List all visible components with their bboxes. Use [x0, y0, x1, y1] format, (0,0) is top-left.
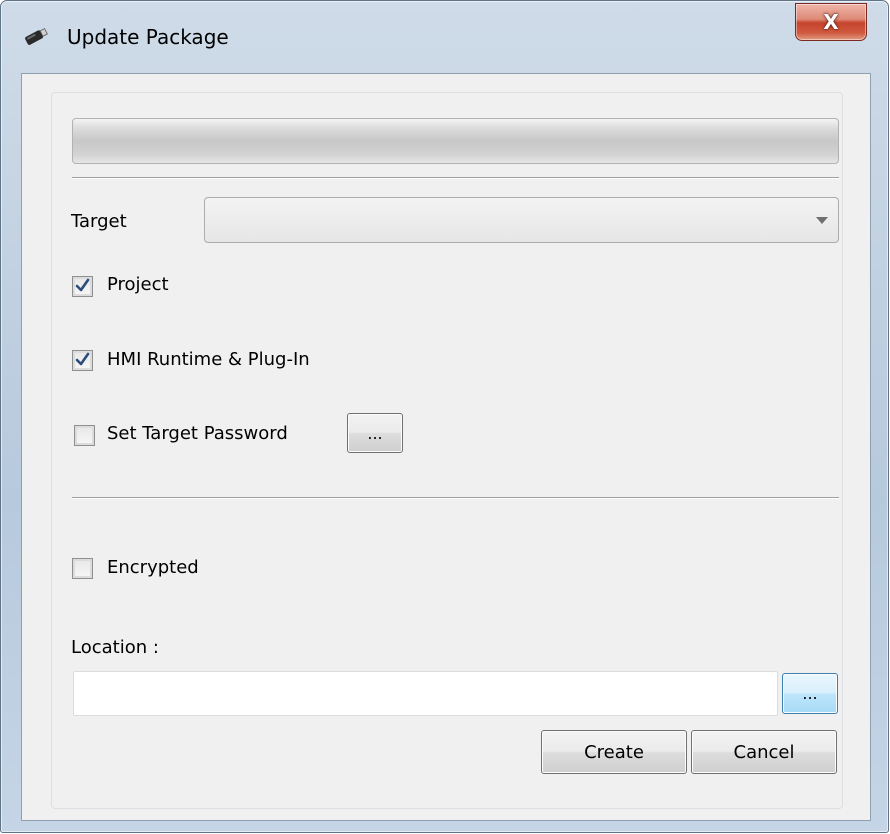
chevron-down-icon[interactable]	[816, 217, 828, 224]
close-icon: X	[823, 10, 839, 34]
hmi-runtime-label[interactable]: HMI Runtime & Plug-In	[107, 349, 310, 370]
cancel-button[interactable]: Cancel	[691, 730, 837, 774]
set-target-password-checkbox[interactable]	[74, 425, 95, 446]
close-button[interactable]: X	[795, 3, 867, 41]
window-title: Update Package	[67, 25, 229, 49]
create-button[interactable]: Create	[541, 730, 687, 774]
title-bar[interactable]: Update Package X	[1, 1, 888, 73]
location-label: Location :	[71, 637, 159, 658]
project-label[interactable]: Project	[107, 274, 169, 295]
checkmark-icon	[75, 352, 90, 366]
hmi-runtime-checkbox[interactable]	[72, 350, 93, 371]
checkmark-icon	[75, 278, 90, 292]
dialog-client-area: Target Project HMI Runtime & Plug-In Set…	[21, 73, 871, 821]
target-label: Target	[71, 211, 127, 232]
usb-stick-icon	[25, 28, 48, 45]
update-package-dialog: Update Package X Target Project HMI Runt…	[0, 0, 889, 833]
separator-middle	[72, 497, 839, 499]
location-input[interactable]	[73, 671, 778, 716]
target-dropdown[interactable]	[204, 197, 839, 243]
set-target-password-label[interactable]: Set Target Password	[107, 423, 288, 444]
encrypted-checkbox[interactable]	[72, 558, 93, 579]
separator-top	[72, 177, 839, 179]
project-checkbox[interactable]	[72, 276, 93, 297]
password-browse-button[interactable]: ...	[347, 413, 403, 453]
progress-bar	[72, 118, 839, 164]
location-browse-button[interactable]: ...	[782, 673, 838, 714]
options-group: Target Project HMI Runtime & Plug-In Set…	[51, 92, 843, 809]
encrypted-label[interactable]: Encrypted	[107, 557, 199, 578]
